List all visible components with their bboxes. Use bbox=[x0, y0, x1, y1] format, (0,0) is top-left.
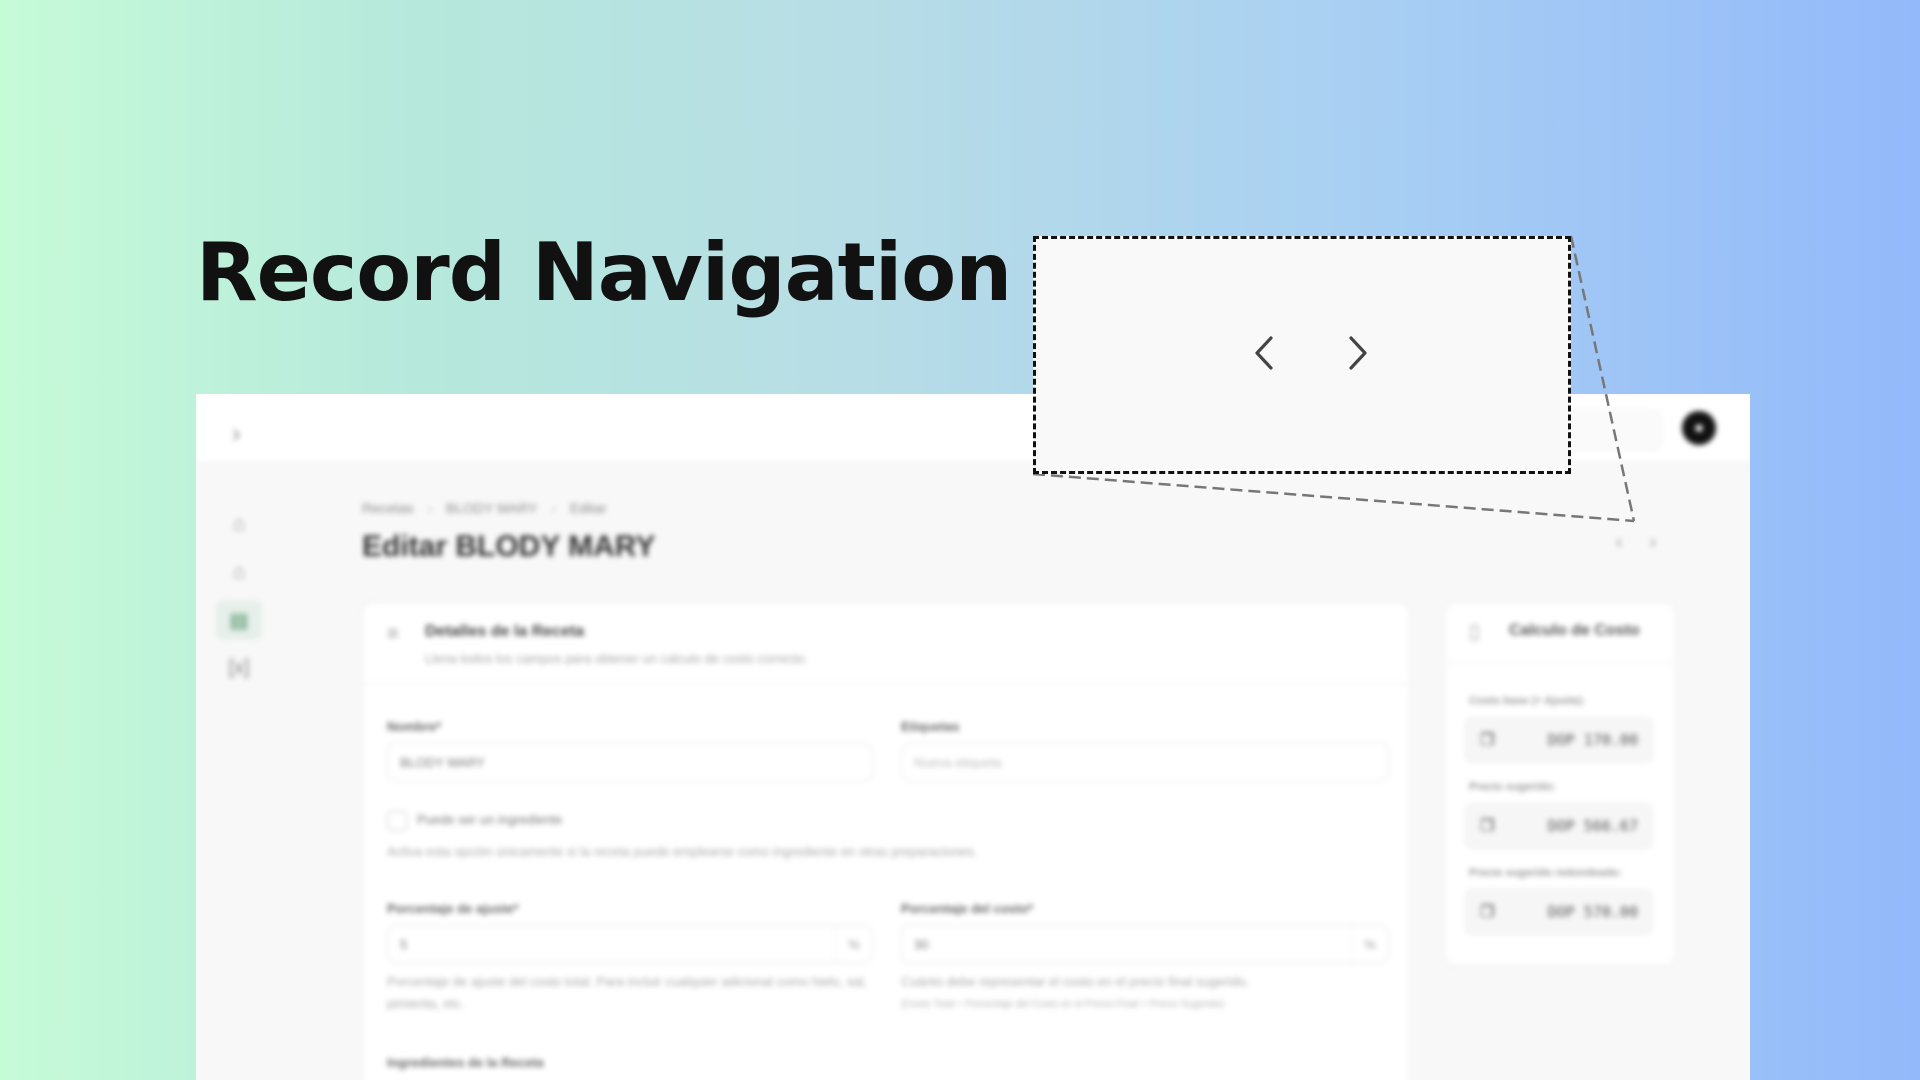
search-pill[interactable] bbox=[1560, 410, 1662, 450]
ingredients-heading: Ingredientes de la Receta bbox=[387, 1055, 544, 1070]
store-icon[interactable]: ⌂ bbox=[216, 552, 262, 592]
breadcrumb-separator-icon: › bbox=[551, 500, 556, 516]
calculator-icon: ▯ bbox=[1469, 621, 1481, 643]
app-content-blurred: › ■ ⌂ ⌂ ▤ [x] Recetas › BLODY MARY › Edi… bbox=[196, 394, 1750, 1080]
rounded-price-label: Precio sugerido redondeado: bbox=[1469, 867, 1622, 879]
adjust-label: Porcentaje de ajuste* bbox=[387, 901, 519, 916]
previous-record-button[interactable] bbox=[1244, 325, 1284, 381]
copy-icon[interactable]: ❐ bbox=[1480, 902, 1494, 922]
chevron-right-icon[interactable]: › bbox=[1650, 532, 1656, 553]
suggested-price-value: DOP 566.67 bbox=[1547, 817, 1638, 835]
tags-label: Etiquetas bbox=[901, 719, 960, 734]
percent-suffix: % bbox=[1351, 926, 1388, 962]
suggested-price-field[interactable]: ❐ DOP 566.67 bbox=[1465, 803, 1653, 849]
rounded-price-field[interactable]: ❐ DOP 570.00 bbox=[1465, 889, 1653, 935]
record-pager: ‹ › bbox=[1616, 532, 1656, 553]
cost-pct-formula: (Costo Total ÷ Porcentaje del Costo en e… bbox=[901, 999, 1224, 1010]
cost-base-label: Costo base (+ Ajuste): bbox=[1469, 695, 1586, 707]
card-subtitle: Llena todos los campos para obtener un c… bbox=[425, 651, 809, 666]
adjust-value: 5 bbox=[400, 937, 408, 952]
card-title: Detalles de la Receta bbox=[425, 623, 585, 640]
card-header: ▯ Calculo de Costo bbox=[1445, 603, 1675, 662]
hero-title: Record Navigation bbox=[196, 226, 1012, 319]
cost-calculation-card: ▯ Calculo de Costo Costo base (+ Ajuste)… bbox=[1444, 602, 1676, 966]
sidebar-toggle-icon[interactable]: › bbox=[232, 418, 241, 449]
sidebar-rail: ⌂ ⌂ ▤ [x] bbox=[216, 504, 266, 696]
suggested-price-label: Precio sugerido: bbox=[1469, 781, 1556, 793]
breadcrumb: Recetas › BLODY MARY › Editar bbox=[362, 500, 607, 516]
card-header: ≡ Detalles de la Receta Llena todos los … bbox=[363, 603, 1409, 684]
percent-suffix: % bbox=[835, 926, 872, 962]
cost-pct-help: Cuánto debe representar el costo en el p… bbox=[901, 974, 1250, 989]
tags-input[interactable]: Nueva etiqueta bbox=[901, 743, 1389, 781]
ingredient-checkbox-label: Puede ser un ingrediente bbox=[417, 812, 563, 827]
adjust-input[interactable]: 5 % bbox=[387, 925, 873, 963]
app-window: › ■ ⌂ ⌂ ▤ [x] Recetas › BLODY MARY › Edi… bbox=[196, 394, 1750, 1080]
copy-icon[interactable]: ❐ bbox=[1480, 730, 1494, 750]
list-icon: ≡ bbox=[387, 623, 399, 645]
name-input[interactable]: BLODY MARY bbox=[387, 743, 873, 781]
variable-icon[interactable]: [x] bbox=[216, 648, 262, 688]
card-title: Calculo de Costo bbox=[1509, 622, 1640, 639]
cost-base-value: DOP 170.00 bbox=[1547, 731, 1638, 749]
avatar[interactable]: ■ bbox=[1682, 411, 1716, 445]
adjust-help: Porcentaje de ajuste del costo total. Pa… bbox=[387, 974, 867, 1011]
name-label: Nombre* bbox=[387, 719, 442, 734]
home-icon[interactable]: ⌂ bbox=[216, 504, 262, 544]
table-icon[interactable]: ▤ bbox=[216, 600, 262, 640]
breadcrumb-item: Editar bbox=[570, 500, 607, 516]
ingredient-help: Activa esta opción únicamente si la rece… bbox=[387, 844, 978, 859]
page-title: Editar BLODY MARY bbox=[362, 530, 656, 563]
copy-icon[interactable]: ❐ bbox=[1480, 816, 1494, 836]
cost-pct-label: Porcentaje del costo* bbox=[901, 901, 1034, 916]
breadcrumb-separator-icon: › bbox=[427, 500, 433, 516]
ingredient-checkbox[interactable] bbox=[387, 811, 407, 831]
rounded-price-value: DOP 570.00 bbox=[1547, 903, 1638, 921]
breadcrumb-item[interactable]: BLODY MARY bbox=[446, 500, 537, 516]
chevron-left-icon[interactable]: ‹ bbox=[1616, 532, 1622, 553]
next-record-button[interactable] bbox=[1338, 325, 1378, 381]
cost-pct-value: 30 bbox=[914, 937, 929, 952]
breadcrumb-item[interactable]: Recetas bbox=[362, 500, 413, 516]
zoom-callout bbox=[1033, 236, 1571, 474]
recipe-details-card: ≡ Detalles de la Receta Llena todos los … bbox=[362, 602, 1410, 1080]
cost-pct-input[interactable]: 30 % bbox=[901, 925, 1389, 963]
chevron-left-icon bbox=[1255, 336, 1273, 370]
cost-base-field[interactable]: ❐ DOP 170.00 bbox=[1465, 717, 1653, 763]
chevron-right-icon bbox=[1349, 336, 1367, 370]
